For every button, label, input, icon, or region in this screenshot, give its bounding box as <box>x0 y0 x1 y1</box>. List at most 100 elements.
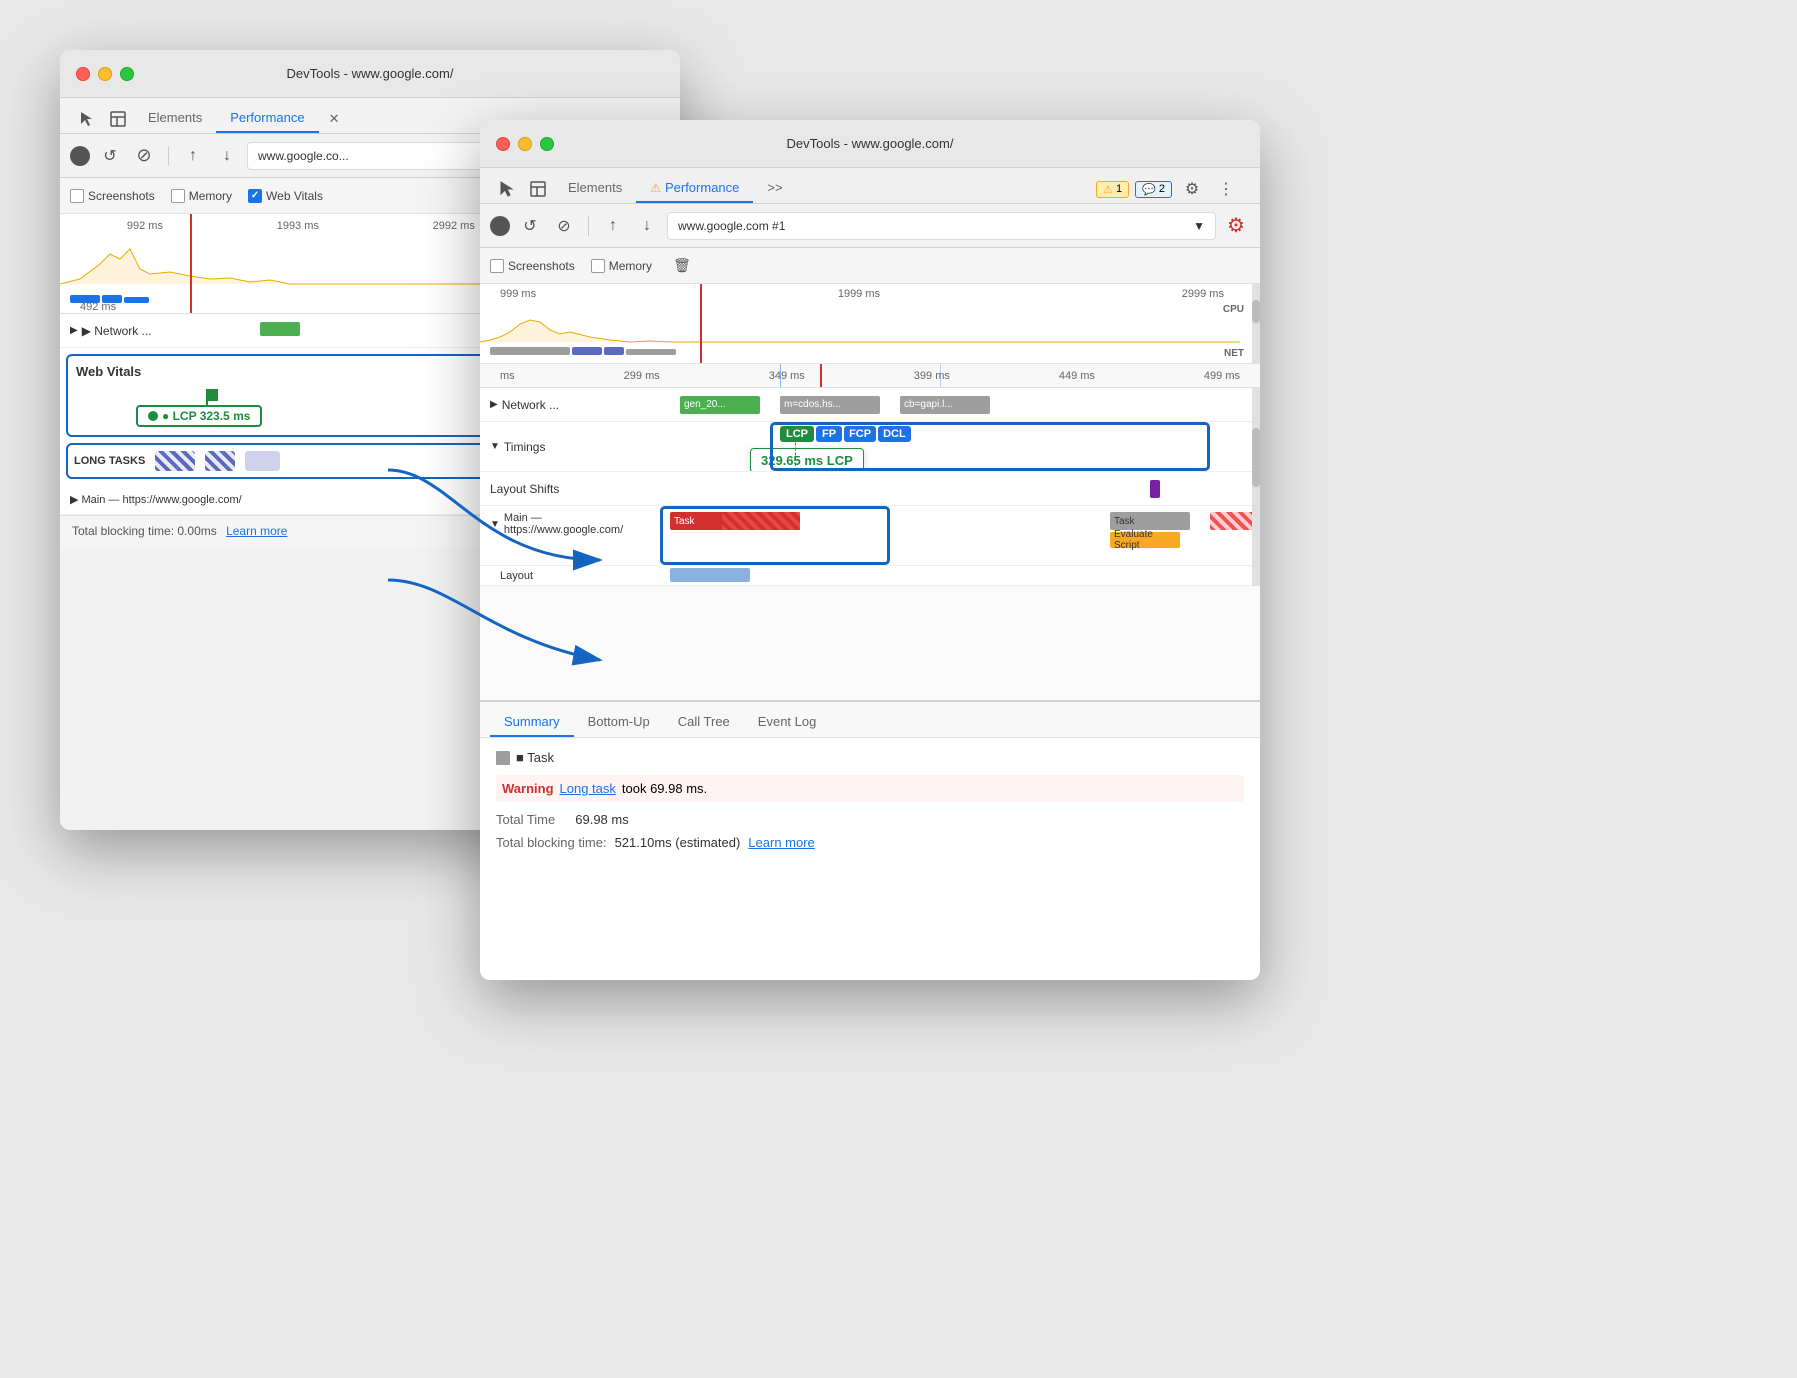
reload-btn-bg[interactable]: ↺ <box>96 142 124 170</box>
vscroll-thumb-tracks[interactable] <box>1252 428 1260 487</box>
download-btn-bg[interactable]: ↓ <box>213 142 241 170</box>
devtools-window-front: DevTools - www.google.com/ Elements ⚠ Pe… <box>480 120 1260 980</box>
comment-badge-front[interactable]: 💬 2 <box>1135 181 1172 198</box>
tab-performance-front[interactable]: ⚠ Performance <box>636 174 753 203</box>
screenshots-check-bg[interactable] <box>70 189 84 203</box>
memory-check-bg[interactable] <box>171 189 185 203</box>
toolbar-sep-front <box>588 216 589 236</box>
lcp-marker-front: LCP <box>780 426 814 442</box>
network-bar-1: gen_20... <box>680 396 760 414</box>
tab-close-bg[interactable]: ✕ <box>319 105 350 133</box>
minimize-button-front[interactable] <box>518 137 532 151</box>
timings-text-front: Timings <box>504 440 546 454</box>
lcp-badge-bg: ● LCP 323.5 ms <box>136 405 262 427</box>
long-task-link[interactable]: Long task <box>560 781 616 796</box>
learn-more-link-bg[interactable]: Learn more <box>226 524 287 538</box>
zoom-button-front[interactable] <box>540 137 554 151</box>
download-btn-front[interactable]: ↓ <box>633 212 661 240</box>
webvitals-check-bg[interactable]: ✓ <box>248 189 262 203</box>
task-bar-2[interactable]: Task <box>1110 512 1190 530</box>
tab-more-front[interactable]: >> <box>753 174 796 203</box>
call-tree-tab[interactable]: Call Tree <box>664 708 744 737</box>
zoom-button-bg[interactable] <box>120 67 134 81</box>
network-bars-front: gen_20... m=cdos,hs... cb=gapi.l... <box>660 388 1260 421</box>
bottom-up-tab[interactable]: Bottom-Up <box>574 708 664 737</box>
vscroll-thumb-overview[interactable] <box>1252 300 1260 324</box>
reload-btn-front[interactable]: ↺ <box>516 212 544 240</box>
time-marker-line-1 <box>780 364 781 387</box>
address-bar-front[interactable]: www.google.com #1 ▼ <box>667 212 1216 240</box>
timings-track-front: ▼ Timings LCP FP FCP DCL 329.65 ms LCP <box>480 422 1260 472</box>
titlebar-bg: DevTools - www.google.com/ <box>60 50 680 98</box>
traffic-lights-front[interactable] <box>496 137 554 151</box>
time-ruler-front: ms 299 ms 349 ms 399 ms 449 ms 499 ms <box>480 364 1260 388</box>
toolbar-front: ↺ ⊘ ↑ ↓ www.google.com #1 ▼ ⚙ <box>480 204 1260 248</box>
main-text-front: Main — https://www.google.com/ <box>504 512 660 536</box>
titlebar-front: DevTools - www.google.com/ <box>480 120 1260 168</box>
layout-icon-bg[interactable] <box>102 105 134 133</box>
summary-tab[interactable]: Summary <box>490 708 574 737</box>
event-log-tab[interactable]: Event Log <box>744 708 831 737</box>
network-track-front: ▶ Network ... gen_20... m=cdos,hs... cb=… <box>480 388 1260 422</box>
close-button-bg[interactable] <box>76 67 90 81</box>
memory-checkbox-bg[interactable]: Memory <box>171 189 232 203</box>
layout-track-front: Layout <box>480 566 1260 586</box>
warning-label: Warning <box>502 781 554 796</box>
bottom-tabs-front: Summary Bottom-Up Call Tree Event Log <box>480 702 1260 738</box>
long-task-2-bg <box>205 451 235 471</box>
settings-btn-front[interactable]: ⚙ <box>1178 175 1206 203</box>
upload-btn-bg[interactable]: ↑ <box>179 142 207 170</box>
minimize-button-bg[interactable] <box>98 67 112 81</box>
warning-badge-front[interactable]: ⚠ 1 <box>1096 181 1129 198</box>
bottom-content-front: ■ Task Warning Long task took 69.98 ms. … <box>480 738 1260 862</box>
upload-btn-front[interactable]: ↑ <box>599 212 627 240</box>
tab-elements-front[interactable]: Elements <box>554 174 636 203</box>
screenshots-checkbox-bg[interactable]: Screenshots <box>70 189 155 203</box>
tab-elements-bg[interactable]: Elements <box>134 104 216 133</box>
lcp-tooltip-front: 329.65 ms LCP <box>750 448 864 471</box>
main-content-front: Task Task Evaluate Script <box>660 506 1260 565</box>
warning-settings-front[interactable]: ⚙ <box>1222 212 1250 240</box>
memory-check-front[interactable] <box>591 259 605 273</box>
task-icon <box>496 751 510 765</box>
layout-shifts-content <box>660 472 1260 505</box>
memory-checkbox-front[interactable]: Memory <box>591 259 652 273</box>
main-track-front: ▼ Main — https://www.google.com/ Task Ta… <box>480 506 1260 566</box>
timing-markers: LCP FP FCP DCL <box>780 426 911 442</box>
network-text-front: Network ... <box>502 398 559 412</box>
clear-btn-bg[interactable]: ⊘ <box>130 142 158 170</box>
layout-content-front <box>660 566 1260 585</box>
traffic-lights-bg[interactable] <box>76 67 134 81</box>
task-row: ■ Task <box>496 750 1244 765</box>
tabs-right-front: ⚠ 1 💬 2 ⚙ ⋮ <box>1096 175 1250 203</box>
long-task-1-bg <box>155 451 195 471</box>
webvitals-checkbox-bg[interactable]: ✓ Web Vitals <box>248 189 323 203</box>
close-button-front[interactable] <box>496 137 510 151</box>
warning-row: Warning Long task took 69.98 ms. <box>496 775 1244 802</box>
network-text-bg: ▶ Network ... <box>82 324 152 338</box>
record-btn-bg[interactable] <box>70 146 90 166</box>
screenshots-check-front[interactable] <box>490 259 504 273</box>
long-tasks-label-bg: LONG TASKS <box>74 455 145 467</box>
learn-more-link-front[interactable]: Learn more <box>748 835 814 850</box>
trash-btn-front[interactable]: 🗑 <box>668 252 696 280</box>
layout-icon-front[interactable] <box>522 175 554 203</box>
vscroll-overview[interactable] <box>1252 284 1260 363</box>
record-btn-front[interactable] <box>490 216 510 236</box>
overview-times-front: 999 ms 1999 ms 2999 ms <box>480 288 1244 300</box>
vscroll-tracks[interactable] <box>1252 388 1260 586</box>
cursor-line-bg <box>190 214 192 313</box>
screenshots-checkbox-front[interactable]: Screenshots <box>490 259 575 273</box>
cursor-icon-bg[interactable] <box>70 105 102 133</box>
tab-performance-bg[interactable]: Performance <box>216 104 318 133</box>
cursor-icon-front[interactable] <box>490 175 522 203</box>
timings-content-front: LCP FP FCP DCL 329.65 ms LCP <box>660 422 1260 471</box>
long-task-3-bg <box>245 451 280 471</box>
bottom-panel-front: Summary Bottom-Up Call Tree Event Log ■ … <box>480 700 1260 980</box>
evaluate-script-bar[interactable]: Evaluate Script <box>1110 532 1180 548</box>
task-bar-1[interactable]: Task <box>670 512 800 530</box>
tabs-left-front: Elements ⚠ Performance >> <box>490 174 797 203</box>
clear-btn-front[interactable]: ⊘ <box>550 212 578 240</box>
toolbar-separator-1 <box>168 146 169 166</box>
more-btn-front[interactable]: ⋮ <box>1212 175 1240 203</box>
